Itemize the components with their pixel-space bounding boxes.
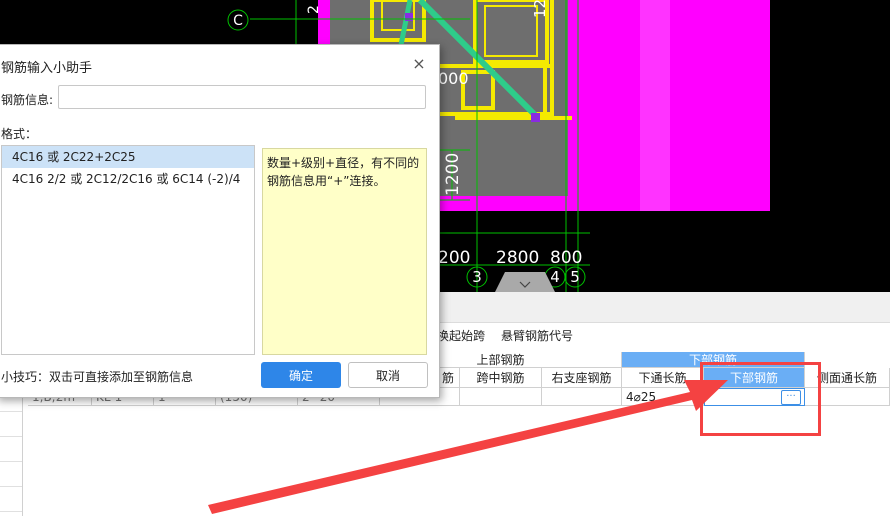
col-header-rebar[interactable]: 筋 <box>437 368 460 388</box>
format-list-item[interactable]: 4C16 或 2C22+2C25 <box>2 146 254 168</box>
rebar-input-assistant-dialog: 钢筋输入小助手 × 钢筋信息: 格式： 4C16 或 2C22+2C25 4C1… <box>0 44 440 398</box>
format-label: 格式： <box>1 127 38 141</box>
cantilever-code-button[interactable]: 悬臂钢筋代号 <box>501 327 573 344</box>
dim-label-1200: 1200 <box>443 153 463 196</box>
dialog-title: 钢筋输入小助手 <box>1 61 93 76</box>
col-header-right-support[interactable]: 右支座钢筋 <box>542 368 622 388</box>
dim-label-200: 200 <box>438 248 470 268</box>
col-header-bottom-through[interactable]: 下通长筋 <box>622 368 704 388</box>
tip-text: 小技巧：双击可直接添加至钢筋信息 <box>1 370 194 384</box>
axis-label-5: 5 <box>570 268 580 286</box>
dim-label-800: 800 <box>550 248 582 268</box>
dim-label-2800: 2800 <box>496 248 539 268</box>
column-marker <box>531 113 540 122</box>
dim-label-2: 2 <box>306 5 322 14</box>
ok-button[interactable]: 确定 <box>261 362 341 388</box>
magenta-stripe <box>640 0 670 211</box>
dim-label-12: 12 <box>531 0 549 18</box>
dim-label-000: 000 <box>438 69 469 88</box>
rebar-info-label: 钢筋信息: <box>1 93 54 107</box>
cell-bottom-through[interactable]: 4⌀25 <box>622 388 704 406</box>
axis-label-c: C <box>233 13 243 29</box>
format-description: 数量+级别+直径，有不同的钢筋信息用“+”连接。 <box>262 148 427 355</box>
format-list[interactable]: 4C16 或 2C22+2C25 4C16 2/2 或 2C12/2C16 或 … <box>1 145 255 355</box>
close-icon[interactable]: × <box>409 53 429 73</box>
cell-right-support[interactable] <box>542 388 622 406</box>
column-marker <box>405 13 413 21</box>
cell-midspan[interactable] <box>460 388 542 406</box>
swap-start-span-button[interactable]: 换起始跨 <box>437 327 485 344</box>
cancel-button[interactable]: 取消 <box>348 362 428 388</box>
row-selector-strip[interactable] <box>0 387 23 516</box>
highlight-box <box>700 362 821 436</box>
axis-label-3: 3 <box>472 268 482 286</box>
format-list-item[interactable]: 4C16 2/2 或 2C12/2C16 或 6C14 (-2)/4 <box>2 168 254 190</box>
rebar-info-input[interactable] <box>58 85 426 109</box>
canvas-collapse-tab <box>495 272 555 292</box>
axis-label-4: 4 <box>550 268 560 286</box>
col-header-midspan[interactable]: 跨中钢筋 <box>460 368 542 388</box>
